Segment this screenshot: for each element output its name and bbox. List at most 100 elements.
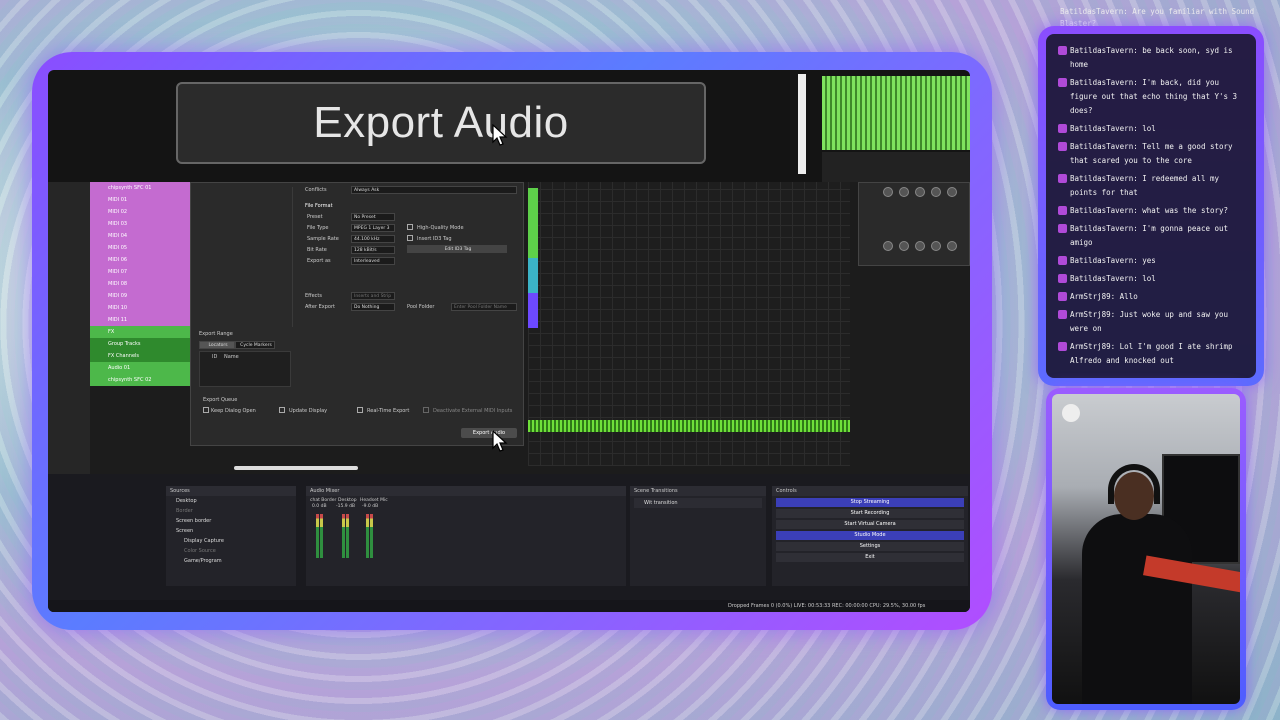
mixer-channel-level: 0.0 dB	[312, 504, 327, 509]
source-item[interactable]: Border	[166, 506, 296, 516]
source-item[interactable]: Display Capture	[166, 536, 296, 546]
knob-icon[interactable]	[899, 187, 909, 197]
knob-icon[interactable]	[883, 241, 893, 251]
source-item[interactable]: Desktop	[166, 496, 296, 506]
mixer-channel-name: chat Border	[310, 498, 337, 503]
track-item[interactable]: MIDI 02	[90, 206, 190, 218]
preset-select[interactable]: No Preset	[351, 213, 395, 221]
track-item[interactable]: FX Channels	[90, 350, 190, 362]
track-item[interactable]: MIDI 08	[90, 278, 190, 290]
volume-meter[interactable]	[370, 514, 373, 558]
track-item[interactable]: MIDI 06	[90, 254, 190, 266]
export-queue-heading[interactable]: Export Queue	[203, 397, 237, 403]
track-item[interactable]: FX	[90, 326, 190, 338]
knob-icon[interactable]	[899, 241, 909, 251]
export-audio-dialog: Conflicts Always Ask File Format Preset …	[190, 182, 524, 446]
volume-meter[interactable]	[366, 514, 369, 558]
file-type-select[interactable]: MPEG 1 Layer 3	[351, 224, 395, 232]
audio-waveform-clip[interactable]	[528, 420, 850, 432]
screen-capture: Export Audio chipsynth SFC 01 MIDI 01 MI…	[48, 70, 970, 612]
knob-icon[interactable]	[947, 187, 957, 197]
user-badge-icon	[1058, 78, 1067, 87]
knob-icon[interactable]	[931, 241, 941, 251]
track-item[interactable]: MIDI 07	[90, 266, 190, 278]
source-item[interactable]: Game/Program	[166, 556, 296, 566]
user-badge-icon	[1058, 342, 1067, 351]
deactivate-midi-label: Deactivate External MIDI Inputs	[433, 408, 513, 414]
bit-rate-select[interactable]: 128 kBit/s	[351, 246, 395, 254]
keep-dialog-checkbox[interactable]	[203, 407, 209, 413]
settings-button[interactable]: Settings	[776, 542, 964, 551]
effects-select[interactable]: Inserts and Strip	[351, 292, 395, 300]
user-badge-icon	[1058, 124, 1067, 133]
knob-icon[interactable]	[915, 187, 925, 197]
knob-icon[interactable]	[883, 187, 893, 197]
exit-button[interactable]: Exit	[776, 553, 964, 562]
lamp-shape	[1062, 404, 1080, 422]
daw-left-panel	[48, 182, 90, 474]
obs-status-bar: Dropped Frames 0 (0.0%) LIVE: 00:53:33 R…	[48, 600, 970, 612]
mixer-channel-level: -15.9 dB	[336, 504, 356, 509]
sample-rate-label: Sample Rate	[307, 236, 339, 242]
volume-meter[interactable]	[346, 514, 349, 558]
track-item[interactable]: chipsynth SFC 01	[90, 182, 190, 194]
track-item[interactable]: MIDI 10	[90, 302, 190, 314]
source-item[interactable]: Color Source	[166, 546, 296, 556]
sample-rate-select[interactable]: 44.100 kHz	[351, 235, 395, 243]
chat-message: BatildasTavern: be back soon, syd is hom…	[1058, 44, 1248, 72]
edit-id3-button[interactable]: Edit ID3 Tag	[407, 245, 507, 253]
start-recording-button[interactable]: Start Recording	[776, 509, 964, 518]
scene-transitions-title: Scene Transitions	[630, 486, 766, 496]
insert-id3-label: Insert ID3 Tag	[417, 236, 452, 242]
instrument-panel	[858, 182, 970, 266]
tab-locators[interactable]: Locators	[199, 341, 235, 349]
volume-meter[interactable]	[320, 514, 323, 558]
track-item[interactable]: MIDI 09	[90, 290, 190, 302]
file-format-heading: File Format	[305, 203, 333, 209]
user-badge-icon	[1058, 292, 1067, 301]
export-audio-button[interactable]: Export Audio	[461, 428, 517, 438]
track-item[interactable]: Group Tracks	[90, 338, 190, 350]
volume-meter[interactable]	[316, 514, 319, 558]
user-badge-icon	[1058, 274, 1067, 283]
user-badge-icon	[1058, 310, 1067, 319]
source-item[interactable]: Screen border	[166, 516, 296, 526]
track-item[interactable]: MIDI 05	[90, 242, 190, 254]
update-display-label: Update Display	[289, 408, 328, 414]
hq-mode-checkbox[interactable]	[407, 224, 413, 230]
export-audio-title: Export Audio	[313, 98, 569, 147]
user-badge-icon	[1058, 256, 1067, 265]
conflicts-select[interactable]: Always Ask	[351, 186, 517, 194]
start-virtual-camera-button[interactable]: Start Virtual Camera	[776, 520, 964, 529]
column-header-id: ID	[212, 354, 218, 360]
update-display-checkbox[interactable]	[279, 407, 285, 413]
stop-streaming-button[interactable]: Stop Streaming	[776, 498, 964, 507]
deactivate-midi-checkbox[interactable]	[423, 407, 429, 413]
pool-folder-input[interactable]: Enter Pool Folder Name	[451, 303, 517, 311]
knob-icon[interactable]	[947, 241, 957, 251]
export-as-select[interactable]: Interleaved	[351, 257, 395, 265]
track-item[interactable]: MIDI 01	[90, 194, 190, 206]
track-item[interactable]: chipsynth SFC 02	[90, 374, 190, 386]
transition-select[interactable]: Wit transition	[634, 498, 762, 508]
track-item[interactable]: MIDI 04	[90, 230, 190, 242]
chat-message: BatildasTavern: lol	[1058, 122, 1248, 136]
knob-icon[interactable]	[931, 187, 941, 197]
controls-panel: Controls Stop Streaming Start Recording …	[772, 486, 968, 586]
track-item[interactable]: MIDI 03	[90, 218, 190, 230]
after-export-select[interactable]: Do Nothing	[351, 303, 395, 311]
studio-mode-button[interactable]: Studio Mode	[776, 531, 964, 540]
horizontal-scrollbar[interactable]	[234, 466, 358, 470]
knob-icon[interactable]	[915, 241, 925, 251]
tab-cycle-markers[interactable]: Cycle Markers	[235, 341, 275, 349]
hq-mode-label: High-Quality Mode	[417, 225, 464, 231]
volume-meter[interactable]	[342, 514, 345, 558]
webcam-frame	[1046, 388, 1246, 710]
realtime-export-checkbox[interactable]	[357, 407, 363, 413]
track-item[interactable]: Audio 01	[90, 362, 190, 374]
chat-message: BatildasTavern: Tell me a good story tha…	[1058, 140, 1248, 168]
conflicts-label: Conflicts	[305, 187, 327, 193]
source-item[interactable]: Screen	[166, 526, 296, 536]
track-item[interactable]: MIDI 11	[90, 314, 190, 326]
insert-id3-checkbox[interactable]	[407, 235, 413, 241]
